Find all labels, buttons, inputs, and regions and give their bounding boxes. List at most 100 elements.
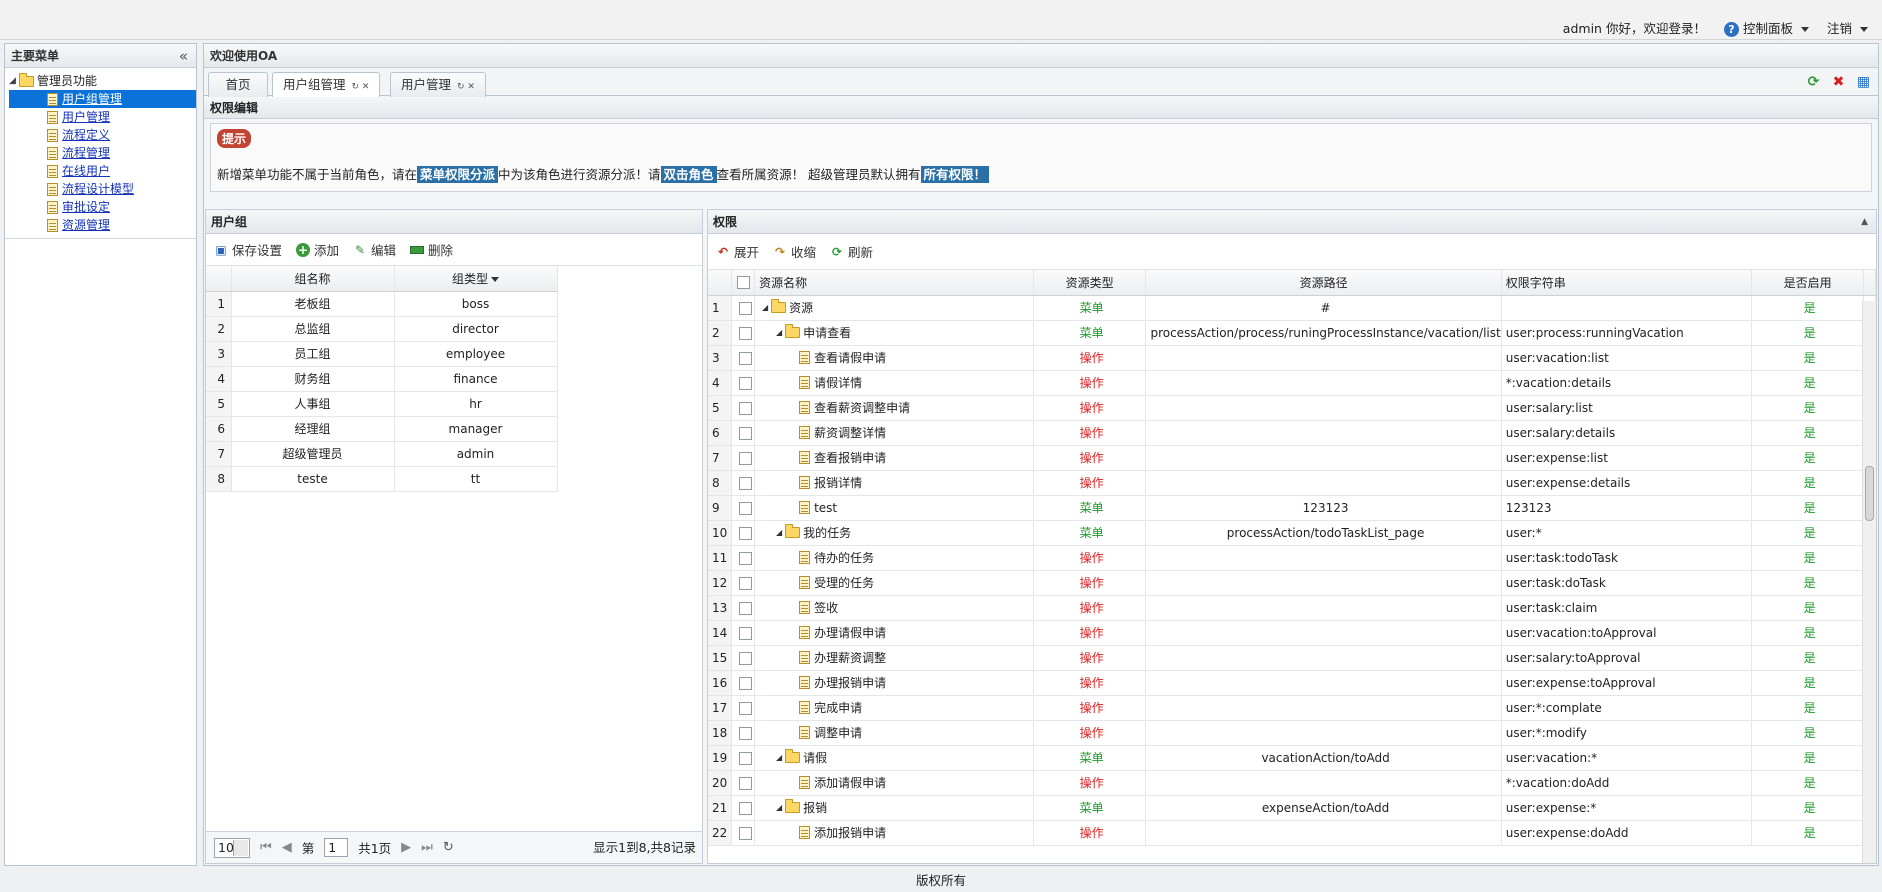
row-checkbox-cell[interactable] bbox=[731, 745, 756, 771]
table-row[interactable]: 7 超级管理员 admin bbox=[206, 441, 558, 467]
refresh-button[interactable]: ⟳ 刷新 bbox=[830, 242, 873, 261]
collapse-arrow-icon[interactable]: ◢ bbox=[773, 753, 785, 762]
sidebar-item[interactable]: 用户管理 bbox=[9, 108, 196, 126]
row-checkbox[interactable] bbox=[738, 326, 752, 340]
row-checkbox[interactable] bbox=[738, 601, 752, 615]
resource-name-cell[interactable]: 请假详情 bbox=[754, 370, 1034, 396]
tab-home[interactable]: 首页 bbox=[208, 72, 268, 97]
table-row[interactable]: 16 办理报销申请 操作 user:expense:toApproval 是 bbox=[708, 670, 1876, 696]
resource-name-cell[interactable]: 完成申请 bbox=[754, 695, 1034, 721]
resource-name-cell[interactable]: 办理请假申请 bbox=[754, 620, 1034, 646]
row-checkbox[interactable] bbox=[738, 551, 752, 565]
column-header-name[interactable]: 组名称 bbox=[231, 266, 395, 292]
row-checkbox-cell[interactable] bbox=[731, 820, 756, 846]
group-name-cell[interactable]: 总监组 bbox=[231, 316, 395, 342]
table-row[interactable]: 17 完成申请 操作 user:*:complate 是 bbox=[708, 695, 1876, 721]
row-checkbox[interactable] bbox=[738, 476, 752, 490]
table-row[interactable]: 8 teste tt bbox=[206, 466, 558, 492]
row-checkbox[interactable] bbox=[738, 526, 752, 540]
save-settings-button[interactable]: ▣ 保存设置 bbox=[214, 240, 282, 259]
tab-refresh-close-icon[interactable]: ↻ ✕ bbox=[352, 82, 370, 92]
table-row[interactable]: 2 ◢ 申请查看 菜单 processAction/process/runingProc… bbox=[708, 320, 1876, 346]
grid-icon[interactable]: ▦ bbox=[1855, 74, 1872, 91]
sidebar-item-label[interactable]: 在线用户 bbox=[62, 162, 110, 180]
column-header-enabled[interactable]: 是否启用 bbox=[1751, 270, 1865, 296]
logout-menu[interactable]: 注销 bbox=[1827, 18, 1868, 37]
table-row[interactable]: 19 ◢ 请假 菜单 vacationAction/toAdd user:vacation… bbox=[708, 745, 1876, 771]
group-name-cell[interactable]: 超级管理员 bbox=[231, 441, 395, 467]
table-row[interactable]: 14 办理请假申请 操作 user:vacation:toApproval 是 bbox=[708, 620, 1876, 646]
column-header-resource-name[interactable]: 资源名称 bbox=[754, 270, 1034, 296]
row-checkbox-cell[interactable] bbox=[731, 545, 756, 571]
sidebar-item-label[interactable]: 审批设定 bbox=[62, 198, 110, 216]
collapse-arrow-icon[interactable]: ◢ bbox=[759, 303, 771, 312]
row-checkbox-cell[interactable] bbox=[731, 445, 756, 471]
group-name-cell[interactable]: 财务组 bbox=[231, 366, 395, 392]
close-all-icon[interactable]: ✖ bbox=[1830, 74, 1847, 91]
table-row[interactable]: 6 薪资调整详情 操作 user:salary:details 是 bbox=[708, 420, 1876, 446]
tab-user-management[interactable]: 用户管理 ↻ ✕ bbox=[390, 72, 486, 97]
group-name-cell[interactable]: teste bbox=[231, 466, 395, 492]
select-all-header[interactable] bbox=[731, 270, 756, 296]
sidebar-item[interactable]: 在线用户 bbox=[9, 162, 196, 180]
column-header-resource-type[interactable]: 资源类型 bbox=[1033, 270, 1147, 296]
resource-name-cell[interactable]: 查看报销申请 bbox=[754, 445, 1034, 471]
sidebar-item-label[interactable]: 流程设计模型 bbox=[62, 180, 134, 198]
row-checkbox-cell[interactable] bbox=[731, 670, 756, 696]
sidebar-item[interactable]: 资源管理 bbox=[9, 216, 196, 234]
collapse-arrow-icon[interactable]: ◢ bbox=[773, 803, 785, 812]
table-row[interactable]: 3 查看请假申请 操作 user:vacation:list 是 bbox=[708, 345, 1876, 371]
table-row[interactable]: 10 ◢ 我的任务 菜单 processAction/todoTaskList_page… bbox=[708, 520, 1876, 546]
control-panel-menu[interactable]: ? 控制面板 bbox=[1723, 18, 1809, 37]
table-row[interactable]: 7 查看报销申请 操作 user:expense:list 是 bbox=[708, 445, 1876, 471]
table-row[interactable]: 2 总监组 director bbox=[206, 316, 558, 342]
resource-name-cell[interactable]: 查看请假申请 bbox=[754, 345, 1034, 371]
tab-group-management[interactable]: 用户组管理 ↻ ✕ bbox=[272, 72, 381, 98]
delete-button[interactable]: 删除 bbox=[410, 240, 453, 259]
sidebar-item-label[interactable]: 资源管理 bbox=[62, 216, 110, 234]
row-checkbox-cell[interactable] bbox=[731, 595, 756, 621]
group-type-cell[interactable]: boss bbox=[394, 291, 558, 317]
add-button[interactable]: + 添加 bbox=[296, 240, 339, 259]
table-row[interactable]: 5 查看薪资调整申请 操作 user:salary:list 是 bbox=[708, 395, 1876, 421]
row-checkbox[interactable] bbox=[738, 351, 752, 365]
collapse-button[interactable]: ↷ 收缩 bbox=[773, 242, 816, 261]
collapse-arrow-icon[interactable]: ◢ bbox=[773, 328, 785, 337]
first-page-icon[interactable]: ⏮ bbox=[260, 840, 272, 855]
resource-name-cell[interactable]: 调整申请 bbox=[754, 720, 1034, 746]
table-row[interactable]: 5 人事组 hr bbox=[206, 391, 558, 417]
table-row[interactable]: 4 财务组 finance bbox=[206, 366, 558, 392]
resource-name-cell[interactable]: 办理薪资调整 bbox=[754, 645, 1034, 671]
table-row[interactable]: 9 test 菜单 123123 123123 是 bbox=[708, 495, 1876, 521]
sidebar-item[interactable]: 审批设定 bbox=[9, 198, 196, 216]
row-checkbox-cell[interactable] bbox=[731, 295, 756, 321]
table-row[interactable]: 6 经理组 manager bbox=[206, 416, 558, 442]
row-checkbox-cell[interactable] bbox=[731, 770, 756, 796]
row-checkbox-cell[interactable] bbox=[731, 720, 756, 746]
column-header-resource-path[interactable]: 资源路径 bbox=[1145, 270, 1502, 296]
column-header-type[interactable]: 组类型 bbox=[394, 266, 558, 292]
row-checkbox[interactable] bbox=[738, 576, 752, 590]
resource-name-cell[interactable]: test bbox=[754, 495, 1034, 521]
row-checkbox-cell[interactable] bbox=[731, 570, 756, 596]
prev-page-icon[interactable]: ◀ bbox=[282, 840, 292, 855]
row-checkbox-cell[interactable] bbox=[731, 795, 756, 821]
row-checkbox-cell[interactable] bbox=[731, 345, 756, 371]
collapse-icon[interactable]: « bbox=[179, 44, 188, 68]
row-checkbox-cell[interactable] bbox=[731, 520, 756, 546]
group-type-cell[interactable]: employee bbox=[394, 341, 558, 367]
row-checkbox-cell[interactable] bbox=[731, 695, 756, 721]
last-page-icon[interactable]: ⏭ bbox=[421, 840, 433, 855]
group-type-cell[interactable]: finance bbox=[394, 366, 558, 392]
row-checkbox[interactable] bbox=[738, 776, 752, 790]
row-checkbox-cell[interactable] bbox=[731, 645, 756, 671]
reload-icon[interactable]: ↻ bbox=[443, 840, 454, 855]
group-name-cell[interactable]: 员工组 bbox=[231, 341, 395, 367]
row-checkbox[interactable] bbox=[738, 401, 752, 415]
row-checkbox[interactable] bbox=[738, 376, 752, 390]
table-row[interactable]: 22 添加报销申请 操作 user:expense:doAdd 是 bbox=[708, 820, 1876, 846]
group-name-cell[interactable]: 老板组 bbox=[231, 291, 395, 317]
resource-name-cell[interactable]: 薪资调整详情 bbox=[754, 420, 1034, 446]
row-checkbox-cell[interactable] bbox=[731, 395, 756, 421]
select-all-checkbox[interactable] bbox=[736, 276, 750, 290]
